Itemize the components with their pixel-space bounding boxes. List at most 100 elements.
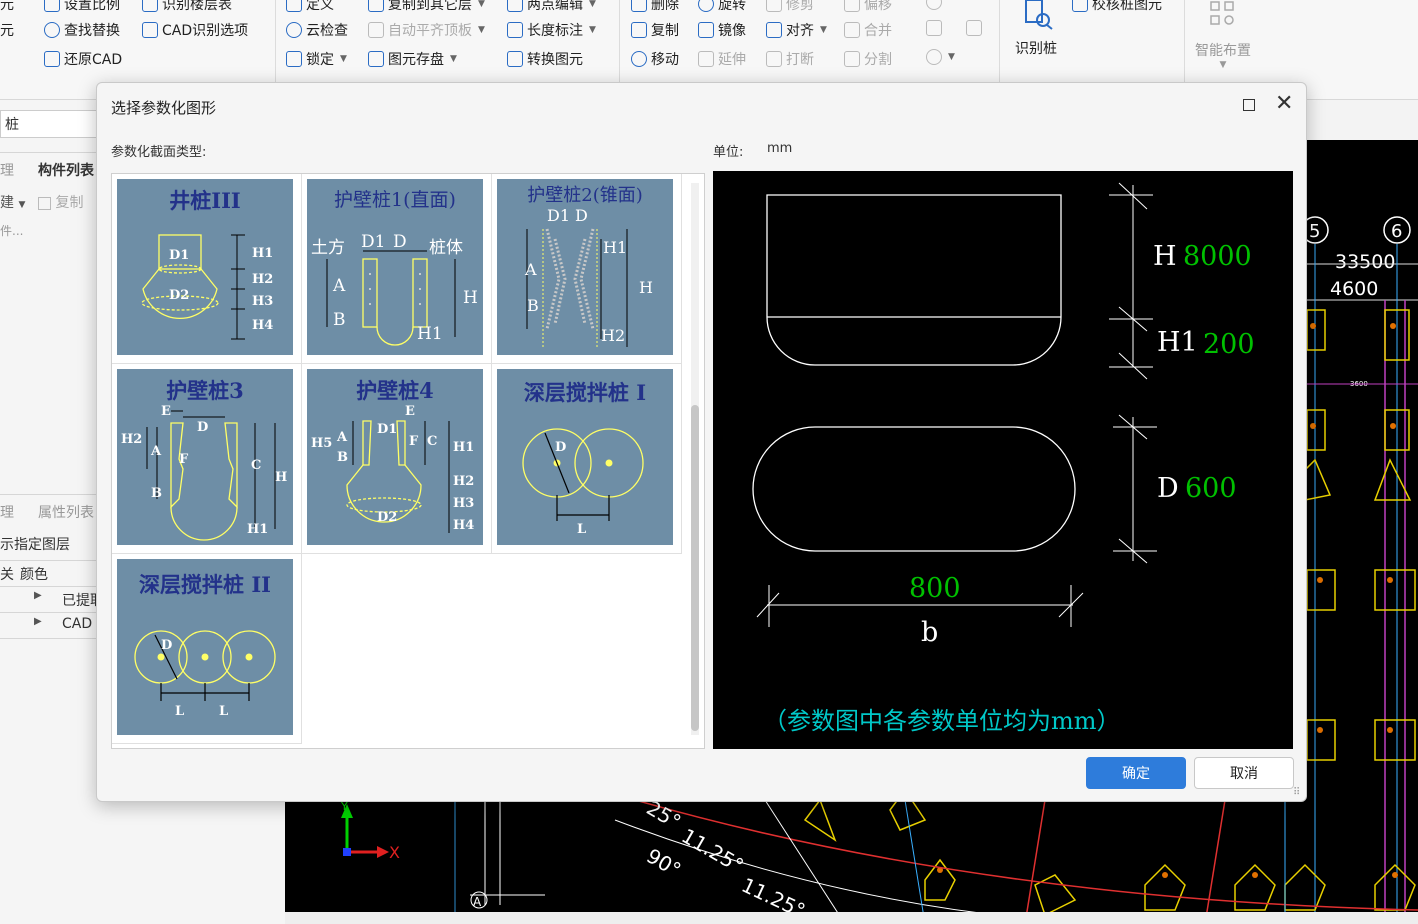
svg-text:D: D — [197, 420, 208, 435]
svg-text:E: E — [405, 404, 415, 419]
auto-level-top-button[interactable]: 自动平齐顶板 ▼ — [368, 20, 485, 40]
define-button[interactable]: 定义 — [286, 0, 334, 14]
merge-button[interactable]: 合并 — [844, 20, 892, 40]
convert-element-button[interactable]: 转换图元 — [507, 49, 583, 69]
expand-arrow-icon[interactable]: ▶ — [34, 590, 42, 601]
svg-text:H: H — [275, 470, 287, 485]
expand-arrow-icon[interactable]: ▶ — [34, 616, 42, 627]
find-replace-button[interactable]: 查找替换 — [44, 20, 120, 40]
tab-property-list[interactable]: 属性列表 — [38, 502, 94, 522]
smart-layout-button[interactable]: 智能布置 ▼ — [1190, 0, 1256, 70]
shape-item-wall-pile-4[interactable]: 护壁桩4 E D1 H5 A B F C H1 H2 H3 H4 D2 — [302, 364, 492, 554]
shape-item-wall-pile-1-straight[interactable]: 护壁桩1(直面) 土方 D1 D 桩体 A B H H1 — [302, 174, 492, 364]
svg-text:H3: H3 — [453, 496, 474, 511]
mirror-icon — [698, 22, 714, 38]
svg-text:L: L — [175, 704, 184, 719]
trim-icon — [766, 0, 782, 12]
tab-manage-2[interactable]: 理 — [0, 502, 14, 522]
svg-text:H: H — [463, 288, 478, 308]
draw-point-button[interactable] — [926, 0, 942, 10]
shape-item-deep-mixing-pile-2[interactable]: 深层搅拌桩 II D L L — [112, 554, 302, 744]
close-icon[interactable]: ✕ — [1275, 93, 1293, 115]
svg-text:B: B — [527, 296, 539, 315]
trim-button[interactable]: 修剪 — [766, 0, 814, 14]
element-save-button[interactable]: 图元存盘 ▼ — [368, 49, 457, 69]
cad-options-button[interactable]: CAD识别选项 — [142, 20, 248, 40]
svg-text:D2: D2 — [377, 510, 397, 525]
preview-unit-note: （参数图中各参数单位均为mm） — [763, 707, 1121, 735]
shape-item-deep-mixing-pile-1[interactable]: 深层搅拌桩 I D L — [492, 364, 682, 554]
draw-line-button[interactable] — [926, 20, 942, 36]
new-component-button[interactable]: 建 ▼ — [0, 192, 25, 212]
svg-text:D: D — [575, 206, 588, 225]
dimension-icon — [507, 22, 523, 38]
show-layer-option[interactable]: 示指定图层 — [0, 534, 70, 554]
preview-d-label: D — [1157, 473, 1179, 504]
maximize-icon[interactable] — [1243, 99, 1255, 111]
set-scale-button[interactable]: 设置比例 — [44, 0, 120, 14]
svg-text:F: F — [179, 452, 189, 467]
lock-button[interactable]: 锁定 ▼ — [286, 49, 347, 69]
svg-text:D1: D1 — [361, 232, 385, 252]
axis-label-6: 6 — [1391, 221, 1402, 242]
shape-thumbnail: 护壁桩1(直面) 土方 D1 D 桩体 A B H H1 — [307, 179, 483, 355]
copy-to-other-floor-button[interactable]: 复制到其它层 ▼ — [368, 0, 485, 14]
copy-component-button[interactable]: 复制 — [38, 192, 83, 212]
svg-text:H1: H1 — [252, 246, 273, 261]
chevron-down-icon: ▼ — [589, 0, 596, 9]
chevron-down-icon: ▼ — [948, 52, 955, 62]
two-point-edit-button[interactable]: 两点编辑 ▼ — [507, 0, 596, 14]
ok-button[interactable]: 确定 — [1086, 757, 1186, 789]
move-button[interactable]: 移动 — [631, 49, 679, 69]
draw-rect-button[interactable] — [966, 20, 982, 36]
svg-text:L: L — [577, 522, 586, 537]
resize-grip-icon[interactable]: ⠿ — [1293, 787, 1300, 798]
restore-cad-button[interactable]: 还原CAD — [44, 49, 122, 69]
unit-label: 单位: — [713, 145, 744, 160]
shape-item-well-pile-3[interactable]: 井桩III D1 D2 H1 H2 H3 H4 — [112, 174, 302, 364]
arc-icon — [926, 49, 942, 65]
preview-h-label: H — [1153, 241, 1177, 272]
extend-button[interactable]: 延伸 — [698, 49, 746, 69]
unit-value: mm — [767, 141, 793, 156]
component-search-input[interactable]: 件... — [0, 222, 23, 239]
break-icon — [766, 51, 782, 67]
angle-label-11-25-a: 11.25° — [678, 824, 748, 878]
svg-text:H2: H2 — [252, 272, 273, 287]
svg-text:A: A — [524, 260, 537, 279]
identify-pile-button[interactable]: 识别桩 — [1007, 0, 1065, 58]
rotate-button[interactable]: 旋转 — [698, 0, 746, 14]
tab-component-list[interactable]: 构件列表 — [38, 160, 94, 180]
svg-text:A: A — [336, 430, 348, 445]
mirror-button[interactable]: 镜像 — [698, 20, 746, 40]
identify-floor-table-button[interactable]: 识别楼层表 — [142, 0, 232, 14]
left-search-input[interactable]: 桩 — [0, 110, 100, 138]
layer-row-cad[interactable]: CAD — [62, 616, 92, 632]
shape-diagram: E D1 H5 A B F C H1 H2 H3 H4 D2 — [311, 404, 474, 533]
shape-thumbnail: 深层搅拌桩 I D L — [497, 369, 673, 545]
delete-button[interactable]: 删除 — [631, 0, 679, 14]
shape-thumbnail: 深层搅拌桩 II D L L — [117, 559, 293, 735]
grid-scrollbar-thumb[interactable] — [691, 405, 699, 731]
offset-button[interactable]: 偏移 — [844, 0, 892, 14]
scale-icon — [44, 0, 60, 12]
cad-icon — [142, 22, 158, 38]
svg-text:D: D — [161, 638, 172, 653]
chevron-down-icon: ▼ — [820, 25, 827, 35]
shape-item-wall-pile-2-cone[interactable]: 护壁桩2(锥面) D1 D A B H1 H H2 — [492, 174, 682, 364]
draw-arc-button[interactable]: ▼ — [926, 49, 955, 65]
tab-manage[interactable]: 理 — [0, 160, 14, 180]
smart-layout-icon — [1210, 1, 1234, 25]
cancel-button[interactable]: 取消 — [1194, 757, 1294, 789]
break-button[interactable]: 打断 — [766, 49, 814, 69]
shape-thumbnail: 护壁桩4 E D1 H5 A B F C H1 H2 H3 H4 D2 — [307, 369, 483, 545]
align-button[interactable]: 对齐 ▼ — [766, 20, 827, 40]
check-pile-element-button[interactable]: 校核桩图元 — [1072, 0, 1162, 14]
split-button[interactable]: 分割 — [844, 49, 892, 69]
preview-d-value: 600 — [1185, 473, 1237, 504]
shape-item-wall-pile-3[interactable]: 护壁桩3 E D H2 A F C H B H1 — [112, 364, 302, 554]
convert-icon — [507, 51, 523, 67]
length-mark-button[interactable]: 长度标注 ▼ — [507, 20, 596, 40]
copy-button[interactable]: 复制 — [631, 20, 679, 40]
cloud-check-button[interactable]: 云检查 — [286, 20, 348, 40]
